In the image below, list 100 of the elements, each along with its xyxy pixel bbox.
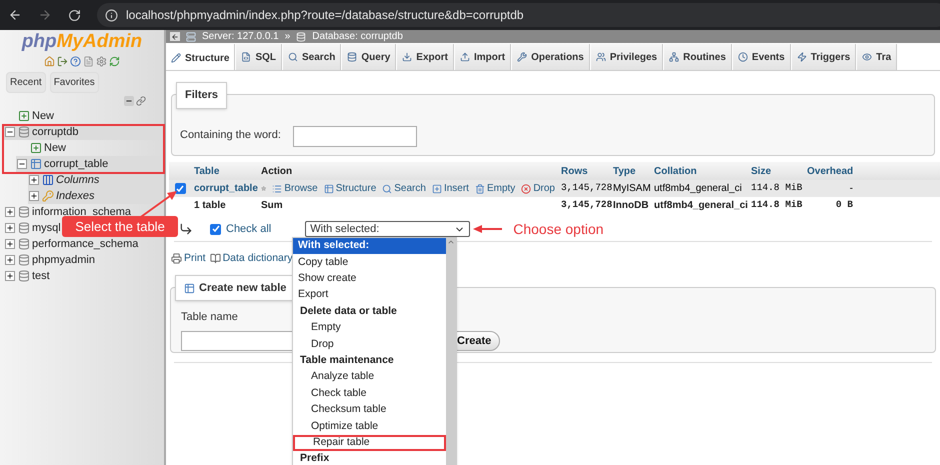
collapse-all-icon[interactable] [124, 96, 134, 106]
tab[interactable]: Privileges [590, 44, 664, 70]
expand-icon[interactable] [29, 175, 39, 185]
table-cell-text: Sum [260, 199, 284, 213]
sidebar-tab-button[interactable]: Recent [6, 72, 46, 93]
checkbox[interactable] [174, 183, 186, 194]
expand-icon[interactable] [29, 191, 39, 201]
tree-item[interactable]: New [44, 140, 66, 156]
dropdown-option[interactable]: Check table [293, 386, 446, 402]
link-icon[interactable] [136, 96, 146, 106]
dropdown-option[interactable]: With selected: [293, 238, 446, 254]
column-header[interactable]: Collation [651, 164, 748, 178]
search-icon[interactable] [382, 184, 392, 194]
check-all-label[interactable]: Check all [226, 220, 272, 238]
home-icon[interactable] [44, 56, 55, 67]
select-field[interactable]: With selected: [305, 221, 470, 237]
tree-item[interactable]: mysql [32, 220, 61, 236]
column-header[interactable]: Type [610, 164, 651, 178]
dropdown-option[interactable]: Drop [293, 336, 446, 353]
back-icon[interactable] [8, 8, 22, 22]
column-header[interactable]: Overhead [804, 164, 856, 178]
document-icon[interactable] [83, 56, 94, 67]
tab[interactable]: SQL [236, 44, 282, 70]
info-icon[interactable] [105, 8, 118, 22]
tab[interactable]: Triggers [792, 44, 856, 70]
action-link[interactable]: Structure [324, 181, 376, 196]
expand-icon[interactable] [5, 223, 15, 233]
database-icon [18, 206, 30, 218]
tab[interactable]: Query [342, 44, 396, 70]
forward-icon[interactable] [38, 8, 52, 22]
trash-icon[interactable] [474, 184, 485, 194]
expand-icon[interactable] [5, 255, 15, 265]
action-link[interactable]: Browse [272, 181, 318, 196]
list-icon[interactable] [272, 184, 282, 194]
logo[interactable]: phpMyAdmin [0, 31, 164, 53]
import-icon [460, 52, 470, 62]
sidebar-tab-button[interactable]: Favorites [50, 72, 99, 93]
exit-icon[interactable] [57, 56, 68, 67]
action-link[interactable]: Search [382, 181, 426, 196]
action-link[interactable]: Drop [521, 181, 555, 196]
tab[interactable]: Export [397, 44, 454, 70]
data-dictionary-link[interactable]: Data dictionary [210, 251, 293, 267]
filters-legend: Filters [176, 82, 228, 108]
reload-icon[interactable] [68, 8, 81, 22]
tab[interactable]: Routines [664, 44, 732, 70]
settings-icon[interactable] [96, 56, 107, 67]
scrollbar[interactable] [446, 238, 456, 465]
table-icon[interactable] [324, 184, 334, 194]
tree-item[interactable]: performance_schema [32, 236, 138, 252]
columns-icon [42, 174, 54, 186]
checkbox[interactable] [210, 224, 221, 234]
dropdown-option[interactable]: Analyze table [293, 369, 446, 386]
breadcrumb-link[interactable]: Server: 127.0.0.1 [202, 29, 279, 44]
breadcrumb-link[interactable]: Database: corruptdb [312, 29, 403, 44]
refresh-icon[interactable] [109, 56, 120, 67]
print-link[interactable]: Print [171, 251, 206, 267]
tab[interactable]: Tra [857, 44, 898, 70]
tree-item[interactable]: test [32, 268, 50, 284]
dropdown-option[interactable]: Optimize table [293, 418, 446, 435]
collapse-icon[interactable] [5, 127, 15, 137]
dropdown-option[interactable]: Show create [293, 270, 446, 288]
tree-item[interactable]: phpmyadmin [32, 252, 95, 268]
expand-icon[interactable] [5, 207, 15, 217]
dropdown-option[interactable]: Empty [293, 320, 446, 336]
separator-text: » [284, 30, 290, 44]
expand-icon[interactable] [5, 239, 15, 249]
table-cell-text: utf8mb4_general_ci [653, 182, 743, 196]
cross-circle-icon[interactable] [521, 184, 532, 194]
insert-icon[interactable] [432, 184, 442, 194]
help-icon[interactable] [70, 56, 81, 67]
url-text: localhost/phpmyadmin/index.php?route=/database/structure&db=corruptdb [126, 7, 524, 24]
tree-item[interactable]: New [32, 108, 54, 124]
column-header[interactable]: Rows [558, 164, 610, 178]
table-cell-text: - [848, 182, 854, 196]
pointer-arrow [473, 224, 504, 234]
column-header[interactable]: Table [191, 164, 258, 178]
tab[interactable]: Search [283, 44, 342, 70]
pencil-icon [171, 53, 181, 63]
table-name-link[interactable]: corrupt_table [191, 181, 258, 196]
dropdown-option[interactable]: Checksum table [293, 402, 446, 418]
action-link[interactable]: Empty [474, 181, 516, 196]
action-link[interactable]: Insert [432, 181, 469, 196]
document-icon [241, 52, 252, 62]
dropdown-option[interactable]: Repair table [293, 434, 446, 452]
collapse-icon[interactable] [17, 159, 27, 169]
key-icon [42, 190, 54, 202]
tab[interactable]: Import [454, 44, 512, 70]
address-bar[interactable]: localhost/phpmyadmin/index.php?route=/database/structure&db=corruptdb [97, 3, 940, 27]
star-icon[interactable] [261, 183, 266, 194]
dropdown-option[interactable]: Copy table [293, 254, 446, 271]
tab[interactable]: Events [732, 44, 791, 70]
database-icon [18, 238, 30, 250]
dropdown-option[interactable]: Export [293, 287, 446, 304]
scroll-up-icon[interactable] [447, 238, 455, 246]
field-label: Table name [181, 310, 238, 325]
tab[interactable]: Operations [512, 44, 590, 70]
input-field[interactable] [292, 126, 417, 147]
field-label: Containing the word: [180, 128, 281, 142]
expand-icon[interactable] [5, 271, 15, 281]
column-header[interactable]: Size [748, 164, 804, 178]
